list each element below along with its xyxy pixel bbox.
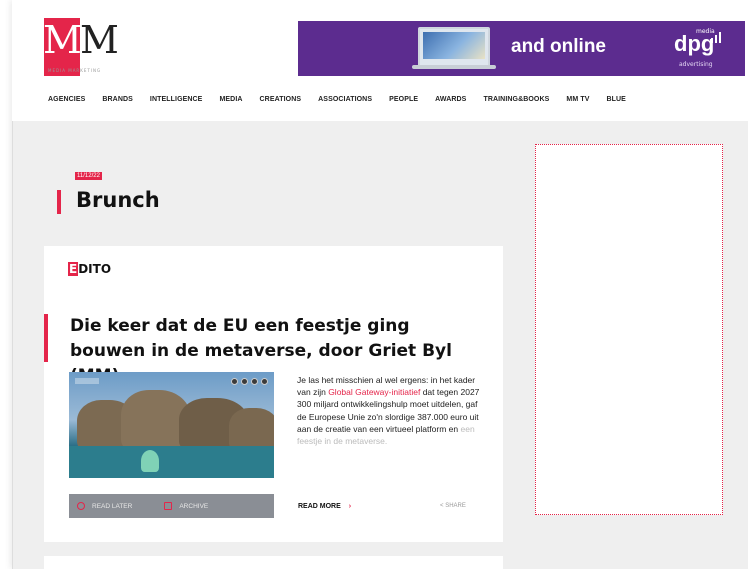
chevron-right-icon: › (348, 503, 352, 510)
nav-item-intelligence[interactable]: INTELLIGENCE (150, 96, 203, 103)
mm-logo[interactable]: M M MEDIA MARKETING (44, 18, 119, 76)
ad-slot-sidebar[interactable] (535, 144, 723, 515)
clock-icon (77, 502, 85, 510)
logo-tagline: MEDIA MARKETING (48, 68, 102, 73)
thumbnail-hud (231, 378, 268, 385)
nav-item-associations[interactable]: ASSOCIATIONS (318, 96, 372, 103)
article-thumbnail[interactable] (69, 372, 274, 478)
page-title: Brunch (76, 188, 160, 212)
nav-item-brands[interactable]: BRANDS (102, 96, 133, 103)
boat-figure (141, 450, 159, 472)
share-button[interactable]: < SHARE (440, 503, 466, 509)
date-badge: 11/12/22 (75, 172, 102, 180)
nav-item-people[interactable]: PEOPLE (389, 96, 418, 103)
archive-icon (164, 502, 173, 510)
category-initial: E (68, 262, 79, 276)
dpg-advertising-label: advertising (679, 61, 713, 68)
nav-item-blue[interactable]: BLUE (606, 96, 625, 103)
main-nav: AGENCIES BRANDS INTELLIGENCE MEDIA CREAT… (48, 96, 643, 103)
nav-item-training-books[interactable]: TRAINING&BOOKS (483, 96, 549, 103)
article-excerpt: Je las het misschien al wel ergens: in h… (297, 374, 482, 447)
nav-item-agencies[interactable]: AGENCIES (48, 96, 85, 103)
title-accent-bar (57, 190, 61, 214)
nav-item-media[interactable]: MEDIA (219, 96, 242, 103)
logo-letter-second: M (80, 18, 119, 62)
read-later-button[interactable]: READ LATER (77, 502, 132, 510)
nav-item-mm-tv[interactable]: MM TV (566, 96, 589, 103)
article-actions: READ LATER ARCHIVE (69, 494, 274, 518)
article-accent-bar (44, 314, 48, 362)
archive-label: ARCHIVE (179, 502, 209, 510)
thumbnail-label (75, 378, 99, 384)
category-label[interactable]: EDITO (68, 262, 111, 276)
archive-button[interactable]: ARCHIVE (164, 502, 208, 510)
read-later-label: READ LATER (92, 502, 133, 510)
nav-item-creations[interactable]: CREATIONS (260, 96, 302, 103)
signal-bars-icon (711, 31, 725, 43)
nav-item-awards[interactable]: AWARDS (435, 96, 466, 103)
laptop-image (412, 27, 496, 69)
share-label: SHARE (445, 503, 466, 509)
next-article-card (44, 556, 503, 569)
ad-banner-dpg[interactable]: and online dpg media advertising (298, 21, 745, 76)
share-icon: < (440, 503, 444, 509)
banner-text: and online (511, 36, 606, 57)
read-more-link[interactable]: READ MORE › (298, 503, 351, 510)
category-rest: DITO (78, 262, 112, 276)
excerpt-link[interactable]: Global Gateway-initiatief (328, 387, 420, 397)
read-more-label: READ MORE (298, 503, 341, 510)
